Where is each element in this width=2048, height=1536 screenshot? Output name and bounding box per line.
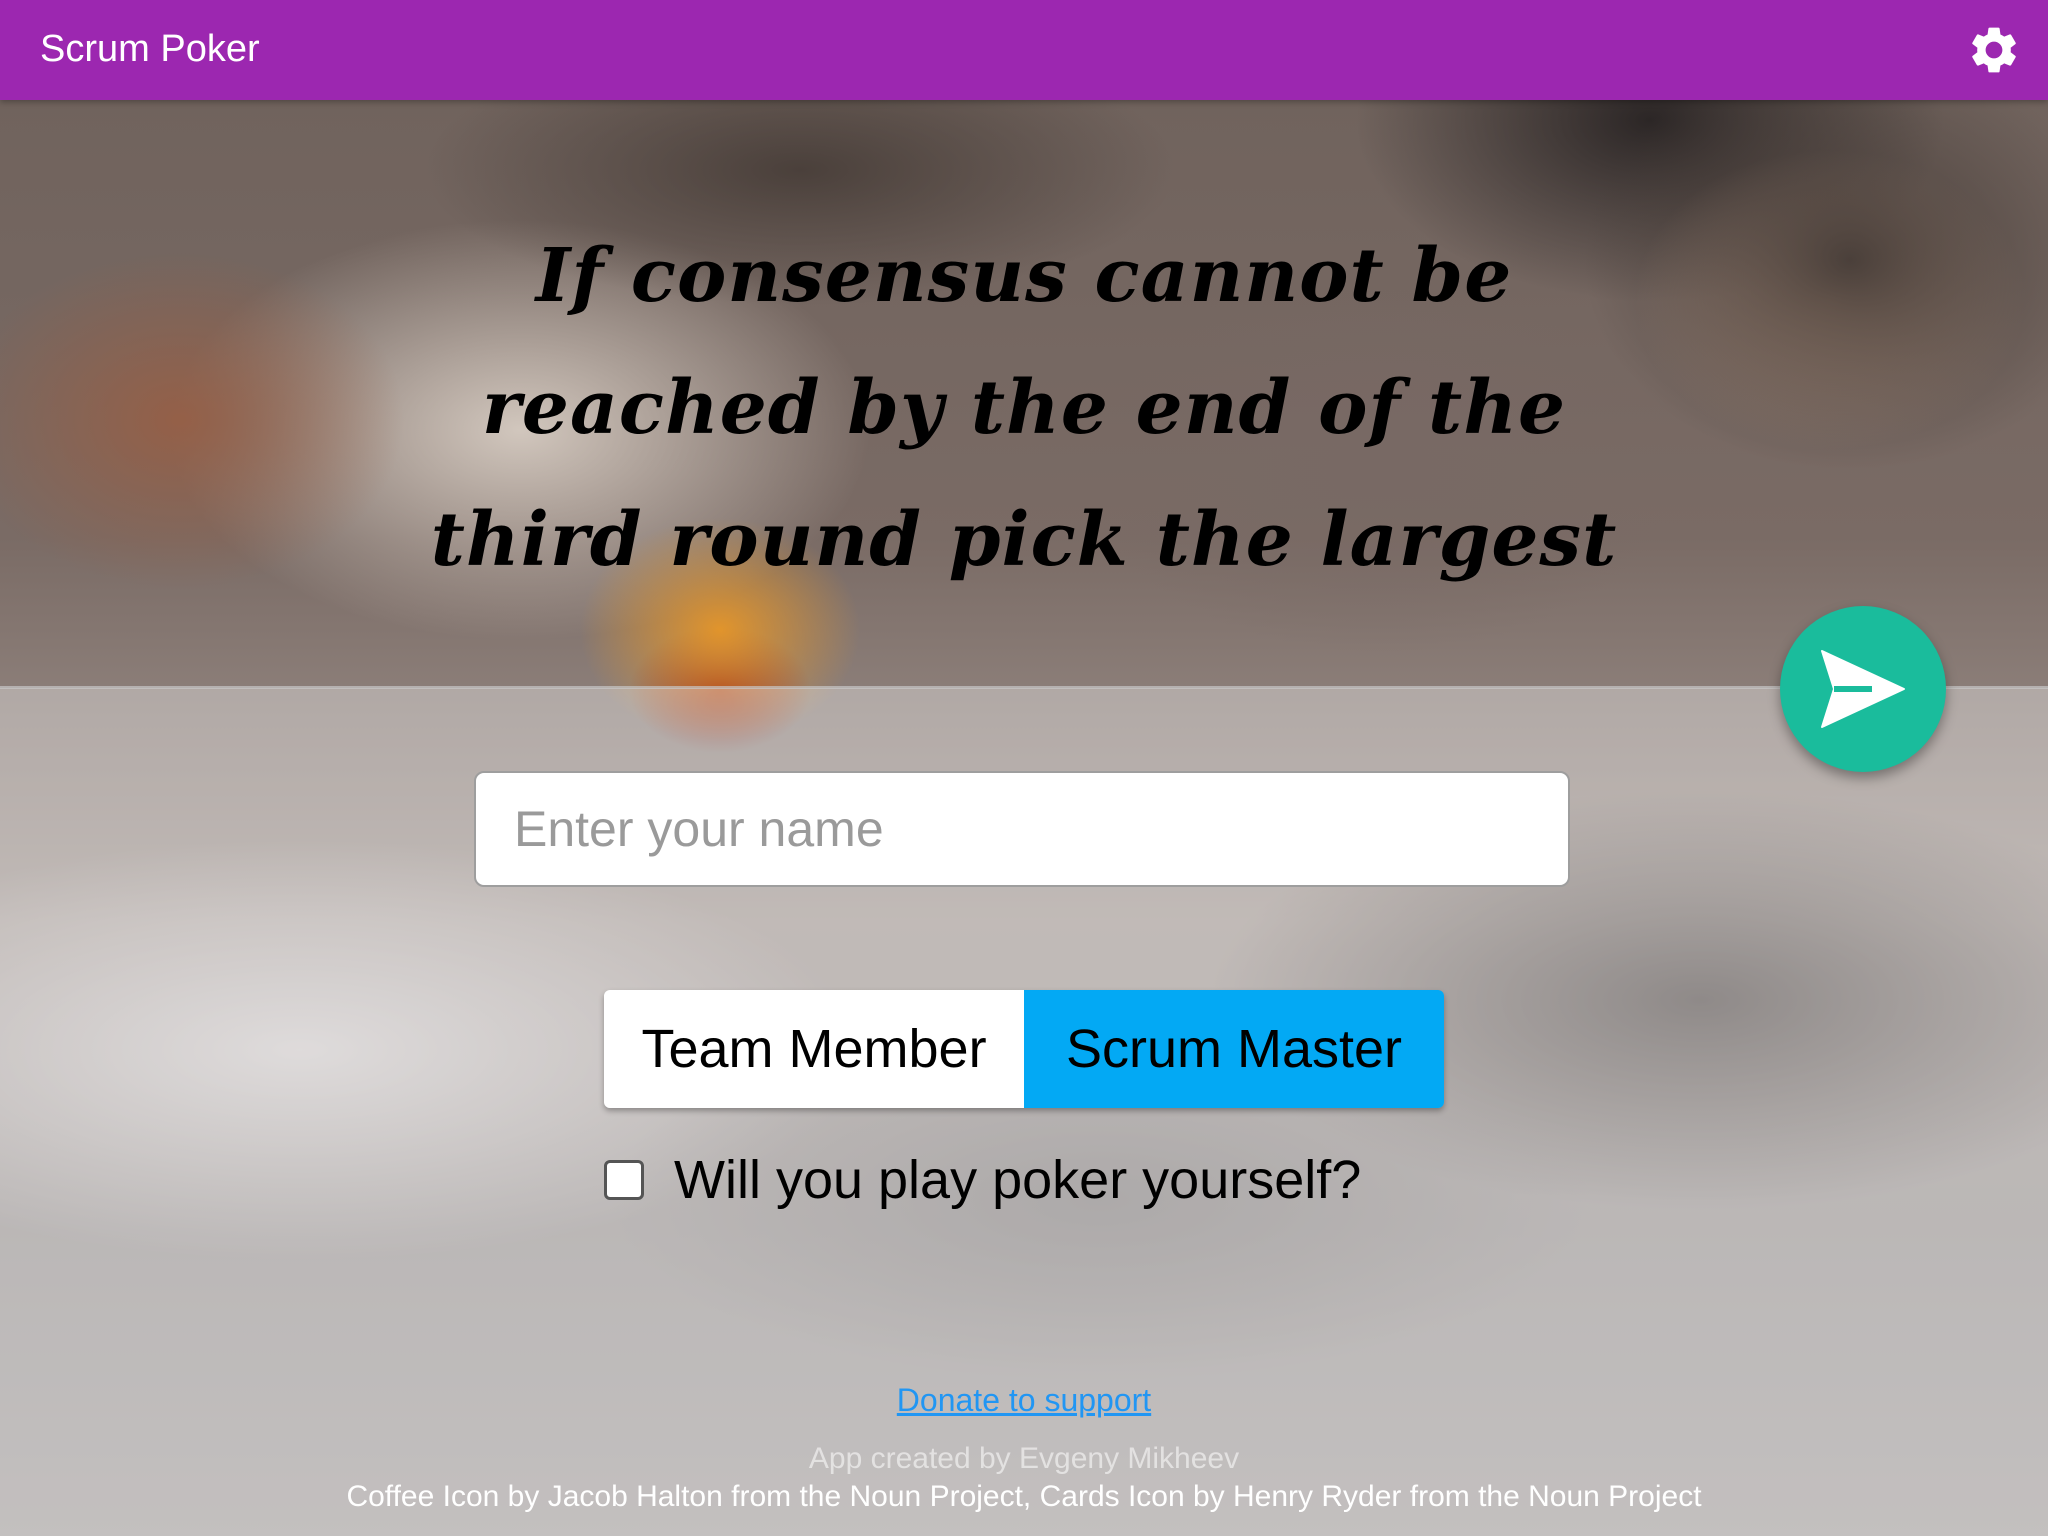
name-input[interactable] bbox=[474, 771, 1570, 887]
play-poker-checkbox[interactable] bbox=[604, 1160, 644, 1200]
app-title: Scrum Poker bbox=[40, 28, 260, 70]
team-member-button[interactable]: Team Member bbox=[604, 990, 1024, 1108]
app-bar: Scrum Poker bbox=[0, 0, 2048, 100]
scrum-quote: If consensus cannot be reached by the en… bbox=[430, 233, 1618, 583]
donate-link[interactable]: Donate to support bbox=[897, 1382, 1151, 1418]
play-poker-row: Will you play poker yourself? bbox=[604, 1150, 1361, 1210]
header-divider bbox=[0, 686, 2048, 689]
donate-row: Donate to support bbox=[0, 1382, 2048, 1419]
submit-fab-button[interactable] bbox=[1780, 606, 1946, 772]
app-credit: App created by Evgeny Mikheev bbox=[808, 1442, 1240, 1475]
scrum-master-button[interactable]: Scrum Master bbox=[1024, 990, 1444, 1108]
settings-button[interactable] bbox=[1966, 22, 2022, 78]
gear-icon bbox=[1972, 27, 2016, 73]
icons-credit: Coffee Icon by Jacob Halton from the Nou… bbox=[346, 1480, 1702, 1513]
role-toggle: Team Member Scrum Master bbox=[604, 990, 1444, 1108]
play-poker-label[interactable]: Will you play poker yourself? bbox=[674, 1149, 1361, 1211]
send-icon bbox=[1821, 650, 1905, 728]
